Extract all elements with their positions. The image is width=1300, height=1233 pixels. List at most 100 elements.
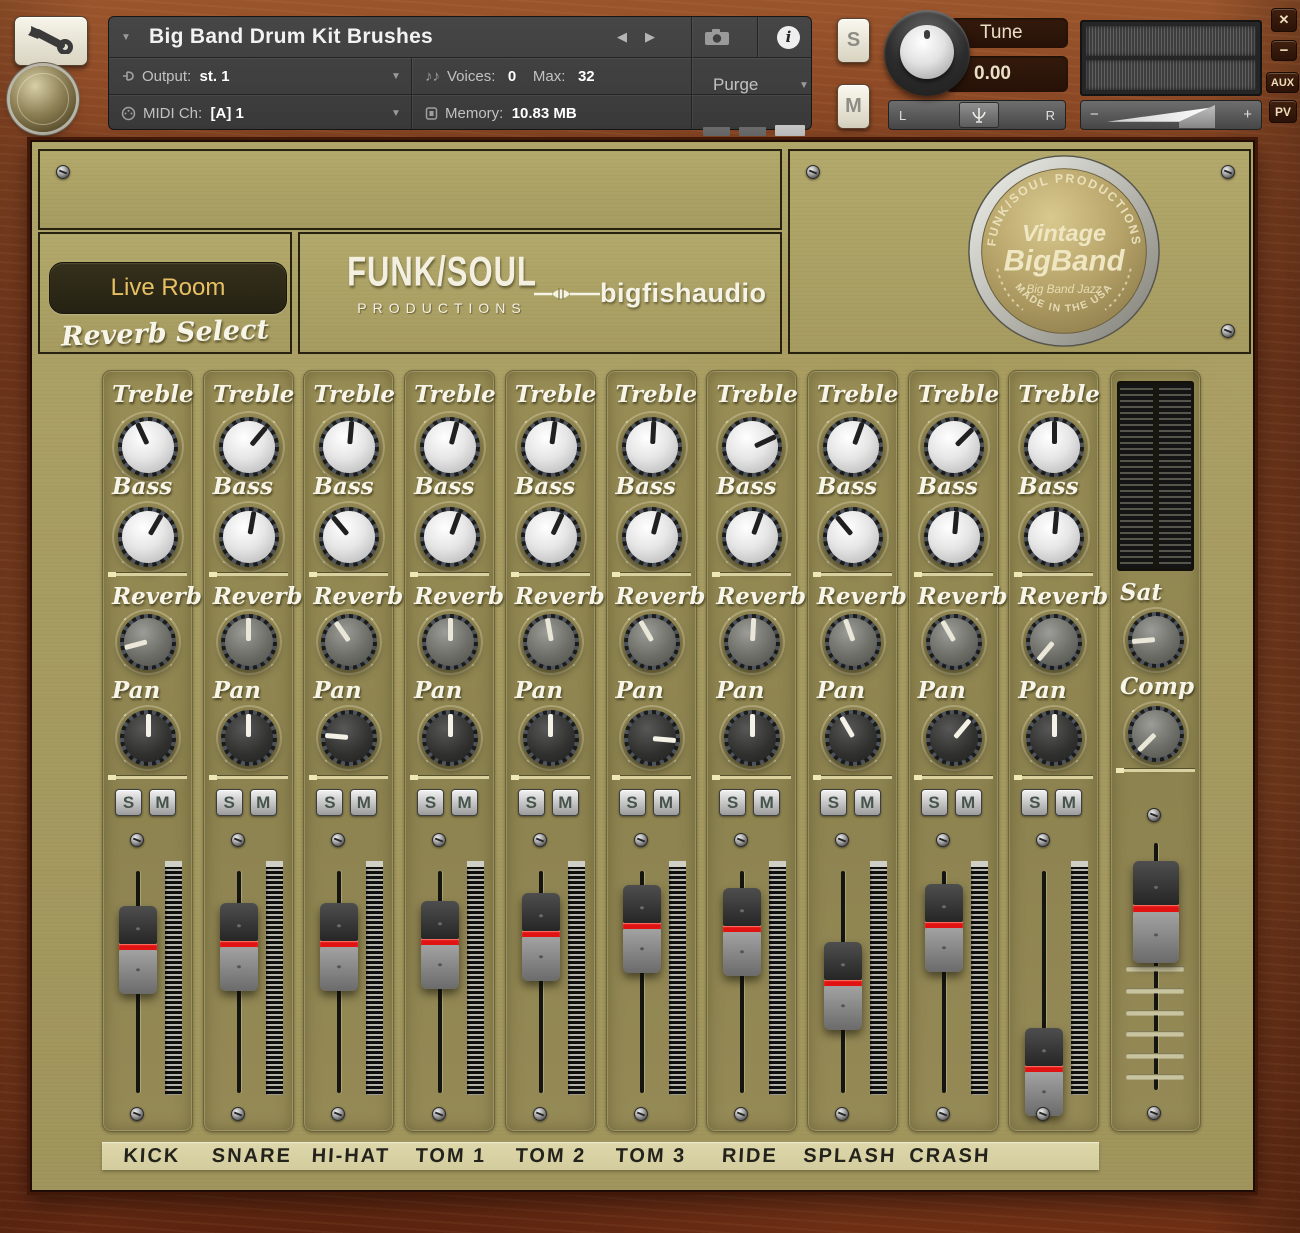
pan-knob[interactable] — [417, 705, 483, 771]
bass-knob[interactable] — [716, 501, 788, 573]
mute-button[interactable]: M — [451, 789, 478, 816]
solo-button[interactable]: S — [316, 789, 343, 816]
snapshot-camera-button[interactable] — [704, 17, 730, 57]
solo-button[interactable]: S — [719, 789, 746, 816]
mute-button[interactable]: M — [955, 789, 982, 816]
minimize-button[interactable]: − — [1271, 40, 1297, 61]
purge-button[interactable]: Purge — [713, 75, 758, 95]
pan-knob[interactable] — [316, 705, 382, 771]
solo-button[interactable]: S — [518, 789, 545, 816]
purge-dropdown-caret[interactable]: ▼ — [799, 80, 809, 91]
mute-button[interactable]: M — [350, 789, 377, 816]
reverb-knob[interactable] — [316, 609, 382, 675]
reverb-knob[interactable] — [719, 609, 785, 675]
bass-knob[interactable] — [616, 501, 688, 573]
mute-button[interactable]: M — [854, 789, 881, 816]
pan-knob[interactable] — [1021, 705, 1087, 771]
master-volume-fader[interactable] — [1133, 861, 1179, 963]
pan-knob[interactable] — [921, 705, 987, 771]
reverb-select-button[interactable]: Live Room — [49, 262, 287, 314]
close-button[interactable]: ✕ — [1271, 8, 1297, 32]
reverb-knob[interactable] — [921, 609, 987, 675]
header-solo-button[interactable]: S — [837, 18, 870, 63]
mute-button[interactable]: M — [1055, 789, 1082, 816]
svg-text:Big Band Jazz: Big Band Jazz — [1026, 283, 1101, 296]
reverb-knob[interactable] — [417, 609, 483, 675]
solo-button[interactable]: S — [216, 789, 243, 816]
pv-button[interactable]: PV — [1269, 100, 1297, 123]
channel-volume-fader[interactable] — [723, 888, 761, 976]
max-voices-value[interactable]: 32 — [578, 68, 595, 85]
channel-strip: Treble Bass Reverb Pan S M — [404, 370, 495, 1132]
output-dropdown-caret[interactable]: ▼ — [391, 71, 401, 82]
bass-knob[interactable] — [1018, 501, 1090, 573]
channel-volume-fader[interactable] — [1025, 1028, 1063, 1116]
channel-volume-fader[interactable] — [623, 885, 661, 973]
pan-knob[interactable] — [820, 705, 886, 771]
screw — [806, 165, 820, 179]
mute-button[interactable]: M — [149, 789, 176, 816]
channel-volume-fader[interactable] — [522, 893, 560, 981]
solo-button[interactable]: S — [820, 789, 847, 816]
treble-label: Treble — [414, 381, 496, 408]
midi-channel-value[interactable]: [A] 1 — [211, 105, 244, 122]
pan-slider-thumb[interactable] — [959, 102, 999, 128]
pan-knob[interactable] — [619, 705, 685, 771]
channel-volume-fader[interactable] — [119, 906, 157, 994]
compressor-knob[interactable] — [1123, 701, 1189, 767]
header-mute-button[interactable]: M — [837, 84, 870, 129]
master-pan-slider[interactable]: L R — [888, 100, 1066, 130]
channel-volume-fader[interactable] — [925, 884, 963, 972]
solo-button[interactable]: S — [921, 789, 948, 816]
pan-right-label: R — [1046, 108, 1055, 123]
next-instrument-arrow[interactable]: ▶ — [645, 29, 655, 45]
edit-wrench-button[interactable] — [14, 16, 88, 66]
reverb-knob[interactable] — [216, 609, 282, 675]
solo-button[interactable]: S — [1021, 789, 1048, 816]
bass-knob[interactable] — [213, 501, 285, 573]
output-value[interactable]: st. 1 — [200, 68, 230, 85]
tune-knob[interactable] — [884, 10, 970, 96]
reverb-knob[interactable] — [619, 609, 685, 675]
channel-volume-fader[interactable] — [824, 942, 862, 1030]
pan-knob[interactable] — [518, 705, 584, 771]
bass-knob[interactable] — [918, 501, 990, 573]
mute-button[interactable]: M — [250, 789, 277, 816]
mute-button[interactable]: M — [552, 789, 579, 816]
bass-knob[interactable] — [112, 501, 184, 573]
pan-knob[interactable] — [216, 705, 282, 771]
screw — [130, 1107, 144, 1121]
solo-button[interactable]: S — [619, 789, 646, 816]
bass-knob[interactable] — [515, 501, 587, 573]
purge-status-bars — [703, 125, 805, 136]
aux-button[interactable]: AUX — [1266, 72, 1299, 93]
info-button[interactable]: i — [777, 17, 800, 57]
pan-knob[interactable] — [719, 705, 785, 771]
pan-knob[interactable] — [115, 705, 181, 771]
screw — [533, 833, 547, 847]
solo-button[interactable]: S — [115, 789, 142, 816]
screw — [1221, 324, 1235, 338]
channel-volume-fader[interactable] — [421, 901, 459, 989]
reverb-knob[interactable] — [115, 609, 181, 675]
channel-volume-fader[interactable] — [320, 903, 358, 991]
master-volume-slider[interactable]: − + — [1080, 100, 1262, 130]
mute-button[interactable]: M — [653, 789, 680, 816]
svg-text:Vintage: Vintage — [1022, 220, 1106, 246]
reverb-knob[interactable] — [1021, 609, 1087, 675]
saturation-knob[interactable] — [1123, 607, 1189, 673]
title-dropdown-caret[interactable]: ▼ — [121, 32, 131, 43]
solo-button[interactable]: S — [417, 789, 444, 816]
bass-knob[interactable] — [414, 501, 486, 573]
bass-knob[interactable] — [313, 501, 385, 573]
prev-instrument-arrow[interactable]: ◀ — [617, 29, 627, 45]
bass-knob[interactable] — [817, 501, 889, 573]
midi-dropdown-caret[interactable]: ▼ — [391, 108, 401, 119]
mute-button[interactable]: M — [753, 789, 780, 816]
memory-value: 10.83 MB — [512, 105, 577, 122]
reverb-label: Reverb — [213, 583, 303, 610]
treble-label: Treble — [313, 381, 395, 408]
reverb-knob[interactable] — [820, 609, 886, 675]
channel-volume-fader[interactable] — [220, 903, 258, 991]
reverb-knob[interactable] — [518, 609, 584, 675]
